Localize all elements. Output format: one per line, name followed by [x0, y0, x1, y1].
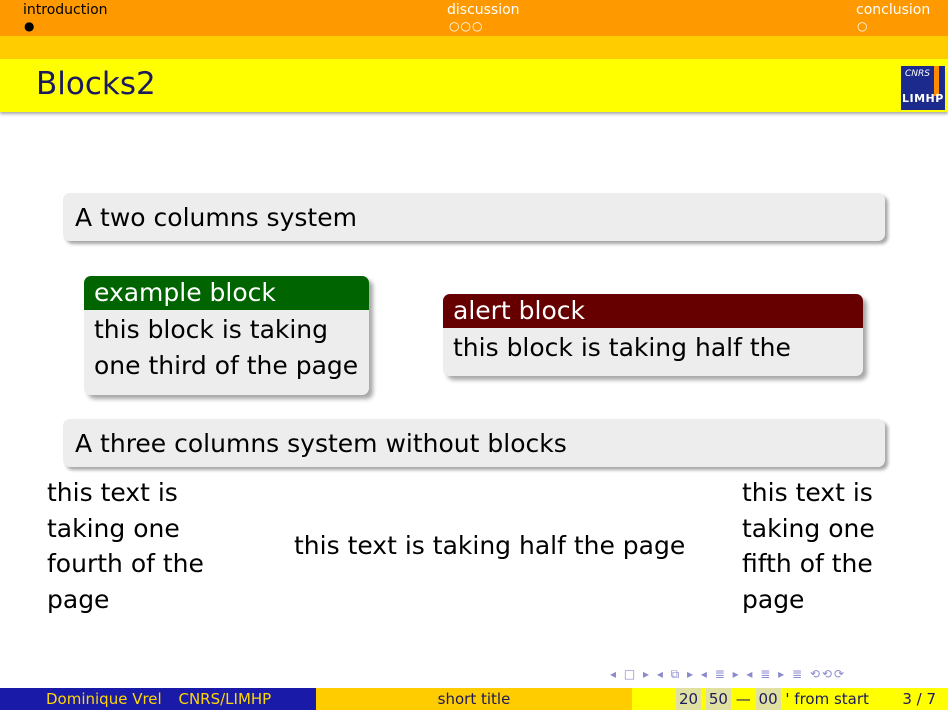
- footer-institute: CNRS/LIMHP: [178, 690, 272, 708]
- alert-block-title: alert block: [443, 294, 863, 328]
- example-block-title: example block: [84, 276, 369, 310]
- column-right-line-4: page: [742, 584, 805, 614]
- footer-page-number: 3 / 7: [902, 690, 936, 708]
- beamer-navigation-symbols[interactable]: ◂ □ ▸ ◂ ⧉ ▸ ◂ ≣ ▸ ◂ ≣ ▸ ≣ ⟲⟲⟳: [610, 667, 846, 682]
- example-block-body: this block is taking one third of the pa…: [84, 310, 369, 390]
- nav-section-discussion[interactable]: discussion: [447, 2, 520, 18]
- alert-block-body: this block is taking half the page: [453, 333, 791, 376]
- alert-block: alert block this block is taking half th…: [443, 294, 863, 376]
- column-left-line-3: fourth of the: [47, 549, 204, 578]
- limhp-logo: CNRS LIMHP: [901, 66, 945, 110]
- column-right: this text is taking one fifth of the pag…: [742, 475, 942, 617]
- column-left-line-1: this text is: [47, 478, 178, 507]
- nav-dots-introduction[interactable]: ●: [24, 20, 35, 32]
- column-middle: this text is taking half the page: [294, 531, 686, 560]
- logo-limhp-text: LIMHP: [902, 92, 944, 105]
- example-block-line-2: one third of the page: [94, 351, 359, 380]
- nav-section-introduction[interactable]: introduction: [23, 2, 108, 18]
- column-right-line-2: taking one: [742, 513, 875, 543]
- example-block-line-1: this block is taking: [94, 315, 329, 344]
- example-block: example block this block is taking one t…: [84, 276, 369, 395]
- section-navigation-bar: introduction ● discussion ○○○ conclusion…: [0, 0, 948, 36]
- three-columns-header: A three columns system without blocks: [63, 419, 885, 467]
- footer-short-title: short title: [316, 688, 632, 710]
- footer-time-page: 20 50 — 00 ' from start 3 / 7: [632, 688, 948, 710]
- two-columns-header: A two columns system: [63, 193, 885, 241]
- footer-time-minutes: 50: [705, 688, 731, 710]
- column-left: this text is taking one fourth of the pa…: [47, 475, 267, 617]
- nav-section-conclusion[interactable]: conclusion: [856, 2, 930, 18]
- footer-time-seconds: 00: [755, 688, 781, 710]
- logo-cnrs-text: CNRS: [905, 69, 930, 79]
- footer-time-dash: —: [735, 690, 751, 708]
- footer-from-start: ' from start: [785, 690, 869, 708]
- footer-time-hours: 20: [676, 688, 702, 710]
- footer-author: Dominique Vrel: [46, 690, 162, 708]
- frame-title: Blocks2: [36, 66, 156, 102]
- footer-author-institute: Dominique Vrel CNRS/LIMHP: [0, 688, 316, 710]
- nav-dots-discussion[interactable]: ○○○: [449, 20, 483, 32]
- nav-dots-conclusion[interactable]: ○: [857, 20, 868, 32]
- column-right-line-1: this text is: [742, 478, 873, 507]
- column-left-line-4: page: [47, 584, 110, 614]
- column-left-line-2: taking one: [47, 513, 180, 543]
- column-right-line-3: fifth of the: [742, 549, 873, 578]
- subsection-bar: [0, 36, 948, 59]
